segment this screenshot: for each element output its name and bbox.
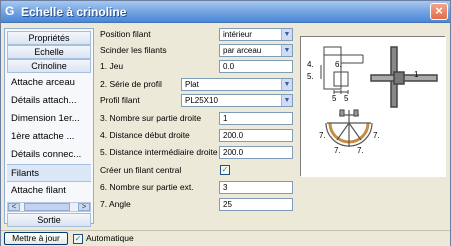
app-icon: G bbox=[5, 4, 15, 18]
serie-profil-value: Plat bbox=[185, 80, 199, 89]
scinder-filants-value: par arceau bbox=[223, 46, 262, 55]
sidebar-item-attache-filant[interactable]: Attache filant bbox=[7, 182, 91, 200]
chevron-down-icon[interactable]: ▼ bbox=[281, 95, 292, 106]
form-panel: Position filant intérieur ▼ Scinder les … bbox=[100, 28, 297, 219]
ladder-preview: 1 4. 5. 6. 5 5 7. 7. 7. 7. bbox=[300, 36, 446, 177]
scinder-filants-select[interactable]: par arceau ▼ bbox=[219, 44, 293, 57]
angle-label: 7. Angle bbox=[100, 199, 131, 209]
sidebar-item-details-attache[interactable]: Détails attach... bbox=[7, 92, 91, 110]
preview-label-5b: 5 bbox=[344, 94, 349, 103]
sidebar-item-filants[interactable]: Filants bbox=[7, 164, 91, 182]
sidebar-horizontal-scrollbar[interactable]: < > bbox=[7, 202, 91, 212]
preview-label-7a: 7. bbox=[319, 131, 326, 140]
sidebar-header-crinoline[interactable]: Crinoline bbox=[7, 59, 91, 73]
nombre-partie-droite-input[interactable]: 1 bbox=[219, 112, 293, 125]
sidebar-item-premiere-attache[interactable]: 1ère attache ... bbox=[7, 128, 91, 146]
position-filant-select[interactable]: intérieur ▼ bbox=[219, 28, 293, 41]
sidebar-item-attache-arceau[interactable]: Attache arceau bbox=[7, 74, 91, 92]
sidebar-sortie[interactable]: Sortie bbox=[7, 213, 91, 227]
preview-label-5a: 5 bbox=[332, 94, 337, 103]
sidebar-header-proprietes[interactable]: Propriétés bbox=[7, 31, 91, 45]
jeu-input[interactable]: 0.0 bbox=[219, 60, 293, 73]
scroll-right-button[interactable]: > bbox=[78, 203, 90, 211]
creer-filant-central-label: Créer un filant central bbox=[100, 165, 182, 175]
profil-filant-select[interactable]: PL25X10 ▼ bbox=[181, 94, 293, 107]
distance-intermediaire-droite-input[interactable]: 200.0 bbox=[219, 146, 293, 159]
close-button[interactable]: × bbox=[430, 3, 448, 20]
distance-debut-droite-label: 4. Distance début droite bbox=[100, 130, 190, 140]
sidebar-header-echelle[interactable]: Echelle bbox=[7, 45, 91, 59]
serie-profil-label: 2. Série de profil bbox=[100, 79, 162, 89]
chevron-down-icon[interactable]: ▼ bbox=[281, 45, 292, 56]
distance-intermediaire-droite-label: 5. Distance intermédiaire droite bbox=[100, 147, 218, 157]
preview-label-7b: 7. bbox=[334, 146, 341, 155]
chevron-down-icon[interactable]: ▼ bbox=[281, 29, 292, 40]
chevron-down-icon[interactable]: ▼ bbox=[281, 79, 292, 90]
profil-filant-label: Profil filant bbox=[100, 95, 140, 105]
jeu-label: 1. Jeu bbox=[100, 61, 124, 71]
position-filant-label: Position filant bbox=[100, 29, 151, 39]
sidebar-item-details-connexion[interactable]: Détails connec... bbox=[7, 146, 91, 164]
preview-label-4: 4. bbox=[307, 60, 314, 69]
window-title: Echelle à crinoline bbox=[21, 5, 127, 19]
title-bar[interactable]: G Echelle à crinoline × bbox=[1, 1, 450, 23]
nombre-partie-droite-label: 3. Nombre sur partie droite bbox=[100, 113, 202, 123]
position-filant-value: intérieur bbox=[223, 30, 252, 39]
profil-filant-value: PL25X10 bbox=[185, 96, 218, 105]
preview-label-5: 5. bbox=[307, 72, 314, 81]
nombre-partie-ext-label: 6. Nombre sur partie ext. bbox=[100, 182, 194, 192]
angle-input[interactable]: 25 bbox=[219, 198, 293, 211]
sidebar-list: Attache arceau Détails attach... Dimensi… bbox=[7, 74, 91, 202]
preview-label-6: 6. bbox=[335, 60, 342, 69]
preview-label-1: 1 bbox=[414, 70, 419, 79]
sidebar: Propriétés Echelle Crinoline Attache arc… bbox=[4, 28, 94, 227]
scinder-filants-label: Scinder les filants bbox=[100, 45, 167, 55]
scroll-thumb[interactable] bbox=[24, 203, 70, 211]
dialog-window: G Echelle à crinoline × Propriétés Echel… bbox=[0, 0, 451, 246]
preview-label-7c: 7. bbox=[357, 146, 364, 155]
creer-filant-central-checkbox[interactable]: ✓ bbox=[220, 165, 230, 175]
update-button[interactable]: Mettre à jour bbox=[4, 232, 68, 245]
automatic-checkbox[interactable]: ✓ bbox=[73, 234, 83, 244]
scroll-left-button[interactable]: < bbox=[8, 203, 20, 211]
ladder-diagram: 1 4. 5. 6. 5 5 7. 7. 7. 7. bbox=[301, 37, 446, 177]
nombre-partie-ext-input[interactable]: 3 bbox=[219, 181, 293, 194]
preview-label-7d: 7. bbox=[373, 131, 380, 140]
sidebar-item-dimension[interactable]: Dimension 1er... bbox=[7, 110, 91, 128]
bottom-bar: Mettre à jour ✓ Automatique bbox=[1, 230, 450, 246]
distance-debut-droite-input[interactable]: 200.0 bbox=[219, 129, 293, 142]
serie-profil-select[interactable]: Plat ▼ bbox=[181, 78, 293, 91]
automatic-label: Automatique bbox=[86, 233, 134, 243]
